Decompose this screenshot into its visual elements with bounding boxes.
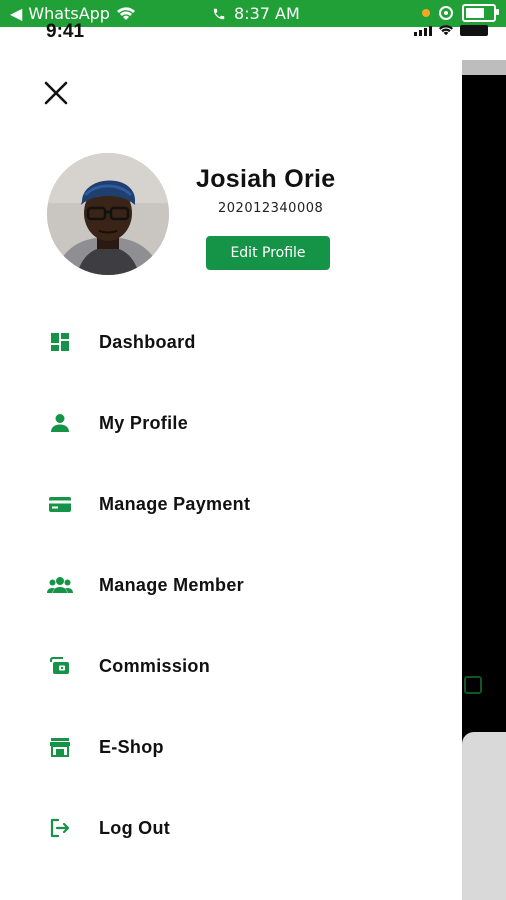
group-icon [46,571,74,599]
close-drawer-button[interactable] [42,79,70,107]
ios-status-icons [414,25,488,36]
menu-item-manage-member[interactable]: Manage Member [46,565,244,605]
overlay-bottom-panel [462,732,506,900]
android-clock: 8:37 AM [212,4,300,23]
privacy-dot-icon [422,9,430,17]
ios-wifi-icon [438,25,454,36]
person-icon [46,409,74,437]
menu-item-manage-payment[interactable]: Manage Payment [46,484,250,524]
logout-icon [46,814,74,842]
menu-item-label: Log Out [99,817,171,838]
menu-item-label: Manage Payment [99,493,251,514]
home-icon [464,676,482,694]
android-status-icons [422,4,499,22]
menu-item-label: My Profile [99,412,189,433]
avatar[interactable] [47,153,169,275]
back-arrow-icon: ◀ [10,4,23,23]
wallet-icon [46,652,74,680]
menu-item-label: Manage Member [99,574,244,595]
ios-time: 9:41 [46,21,85,42]
menu-item-label: Dashboard [99,331,196,352]
credit-card-icon [46,490,74,518]
phone-icon [213,8,225,19]
store-icon [46,733,74,761]
dashboard-icon [46,328,74,356]
menu-item-my-profile[interactable]: My Profile [46,403,188,443]
profile-id: 202012340008 [218,201,324,216]
menu-item-e-shop[interactable]: E-Shop [46,727,164,767]
drawer-overlay[interactable] [462,60,506,900]
ios-battery-icon [460,25,488,36]
android-time: 8:37 AM [234,4,300,23]
battery-icon [462,4,499,22]
menu-item-commission[interactable]: Commission [46,646,210,686]
menu-item-dashboard[interactable]: Dashboard [46,322,196,362]
profile-name: Josiah Orie [196,165,336,193]
menu-item-label: E-Shop [99,736,164,757]
wifi-icon [116,6,135,20]
close-icon [44,81,68,105]
user-photo [47,153,169,275]
data-saver-icon [439,6,453,20]
navigation-drawer: Josiah Orie 202012340008 Edit Profile Da… [0,47,462,900]
edit-profile-button[interactable]: Edit Profile [206,236,330,270]
menu-item-label: Commission [99,655,211,676]
ios-status-bar: 9:41 [0,21,506,47]
overlay-header-strip [462,60,506,75]
menu-item-log-out[interactable]: Log Out [46,808,170,848]
cellular-signal-icon [414,26,432,36]
